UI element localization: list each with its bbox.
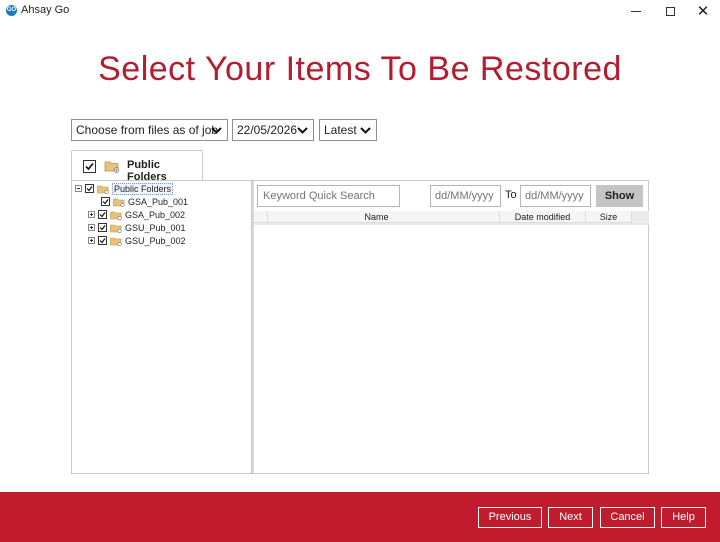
tree-checkbox[interactable] — [98, 236, 107, 245]
cancel-button[interactable]: Cancel — [600, 507, 655, 528]
tab-public-folders[interactable]: Public Folders — [71, 150, 203, 183]
tree-checkbox[interactable] — [85, 184, 94, 193]
checkmark-icon — [99, 225, 106, 231]
close-button[interactable]: ✕ — [685, 0, 720, 22]
folder-tree: Public Folders GSA_Pub_001 GSA_Pub_002 G… — [72, 181, 252, 473]
column-header-spacer — [631, 211, 649, 223]
chevron-down-icon — [211, 127, 222, 134]
minimize-button[interactable] — [618, 0, 654, 22]
minimize-icon — [631, 10, 641, 12]
date-select[interactable]: 22/05/2026 — [232, 119, 314, 141]
maximize-button[interactable] — [652, 0, 688, 22]
show-button[interactable]: Show — [596, 185, 643, 207]
checkmark-icon — [99, 212, 106, 218]
next-button[interactable]: Next — [548, 507, 593, 528]
tree-checkbox[interactable] — [98, 210, 107, 219]
tree-node-child[interactable]: GSA_Pub_002 — [88, 208, 185, 221]
public-folder-icon — [110, 237, 122, 246]
maximize-icon — [665, 6, 675, 16]
tree-label: GSU_Pub_002 — [125, 235, 186, 246]
version-value: Latest — [324, 123, 357, 137]
page-title: Select Your Items To Be Restored — [98, 50, 622, 88]
search-input[interactable] — [257, 185, 400, 207]
checkmark-icon — [86, 186, 93, 192]
checkmark-icon — [85, 162, 94, 171]
collapse-icon[interactable] — [75, 185, 82, 192]
date-to-field[interactable] — [520, 185, 591, 207]
restore-panel: Public Folders GSA_Pub_001 GSA_Pub_002 G… — [71, 180, 649, 474]
job-mode-value: Choose from files as of job — [76, 123, 219, 137]
file-grid-body — [254, 223, 649, 225]
column-header-date-modified[interactable]: Date modified — [499, 211, 585, 223]
tree-node-child[interactable]: GSU_Pub_002 — [88, 234, 186, 247]
date-value: 22/05/2026 — [237, 123, 298, 137]
version-select[interactable]: Latest — [319, 119, 377, 141]
tab-checkbox[interactable] — [83, 160, 96, 173]
file-grid-header: Name Date modified Size — [254, 211, 649, 223]
previous-button[interactable]: Previous — [478, 507, 542, 528]
tree-label: Public Folders — [112, 182, 174, 195]
tree-label: GSA_Pub_001 — [128, 196, 189, 207]
checkmark-icon — [102, 199, 109, 205]
column-header-name[interactable]: Name — [254, 212, 499, 222]
footer-bar: Previous Next Cancel Help — [0, 492, 720, 542]
to-label: To — [505, 189, 517, 201]
tree-checkbox[interactable] — [101, 197, 110, 206]
public-folder-icon — [104, 161, 120, 173]
window-title: Ahsay Go — [21, 4, 70, 16]
chevron-down-icon — [360, 127, 371, 134]
tree-checkbox[interactable] — [98, 223, 107, 232]
tree-node-child[interactable]: GSU_Pub_001 — [88, 221, 186, 234]
job-mode-select[interactable]: Choose from files as of job — [71, 119, 228, 141]
public-folder-icon — [113, 198, 125, 207]
column-header-size[interactable]: Size — [585, 211, 631, 223]
public-folder-icon — [110, 224, 122, 233]
title-bar: GO Ahsay Go ✕ — [0, 0, 720, 22]
tree-label: GSU_Pub_001 — [125, 222, 186, 233]
tree-label: GSA_Pub_002 — [125, 209, 186, 220]
tree-node-child[interactable]: GSA_Pub_001 — [101, 195, 188, 208]
expand-icon[interactable] — [88, 211, 95, 218]
public-folder-icon — [110, 211, 122, 220]
help-button[interactable]: Help — [661, 507, 706, 528]
expand-icon[interactable] — [88, 224, 95, 231]
close-icon: ✕ — [696, 2, 710, 20]
checkmark-icon — [99, 238, 106, 244]
tree-node-root[interactable]: Public Folders — [75, 182, 174, 195]
app-logo-icon: GO — [6, 5, 17, 16]
public-folder-icon — [97, 185, 109, 194]
chevron-down-icon — [297, 127, 308, 134]
date-from-field[interactable] — [430, 185, 501, 207]
expand-icon[interactable] — [88, 237, 95, 244]
